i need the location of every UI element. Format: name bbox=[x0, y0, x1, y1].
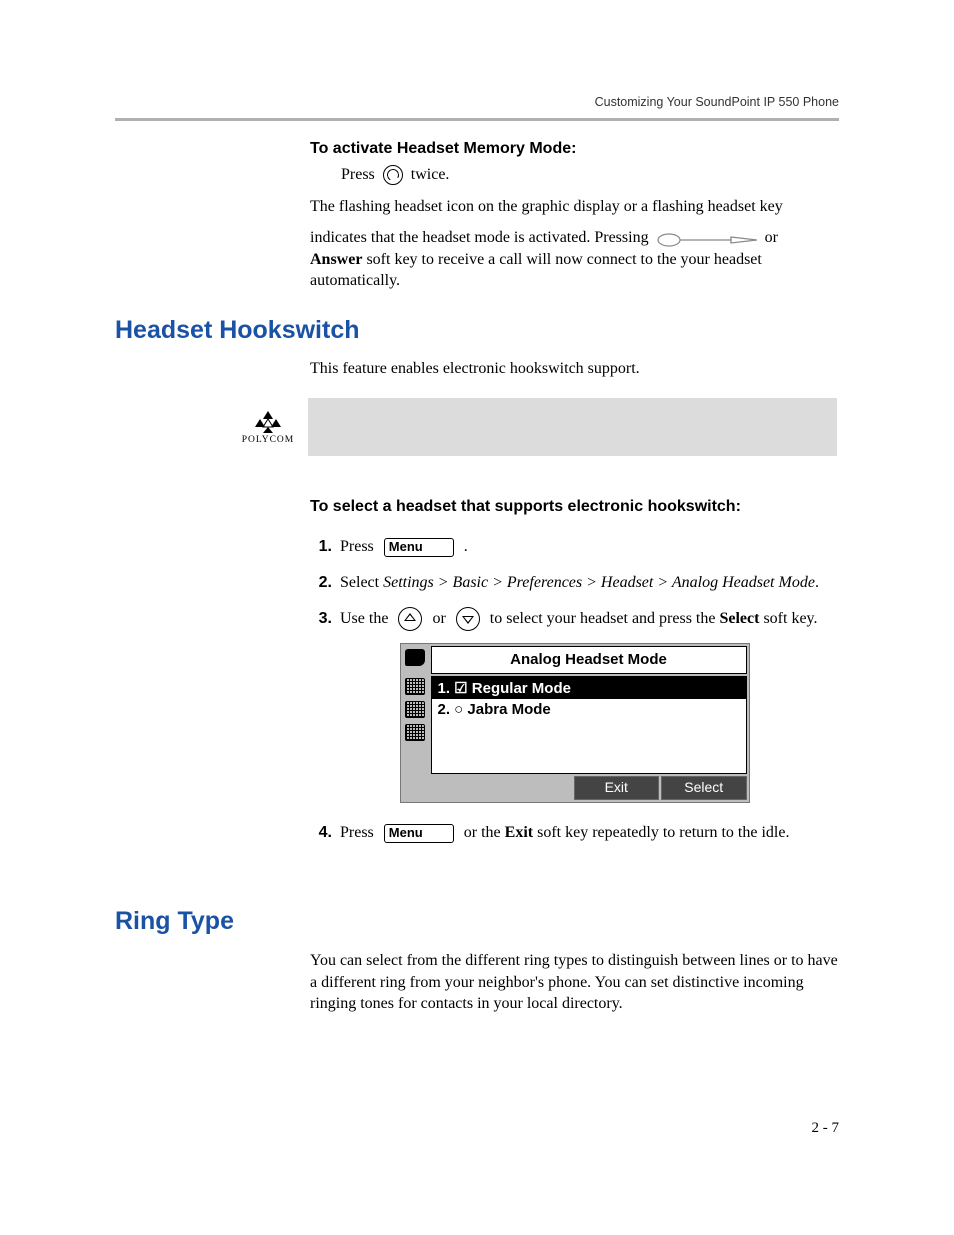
subheading-activate: To activate Headset Memory Mode: bbox=[310, 140, 839, 158]
step-2-text: Select Settings > Basic > Preferences > … bbox=[340, 571, 819, 595]
step-4-tail: soft key repeatedly to return to the idl… bbox=[533, 824, 789, 841]
keypad-icon bbox=[405, 678, 425, 695]
softkey-exit: Exit bbox=[574, 776, 660, 800]
step-4-press: Press bbox=[340, 821, 374, 845]
subheading-select-headset: To select a headset that supports electr… bbox=[310, 498, 839, 516]
para-flashing: The flashing headset icon on the graphic… bbox=[310, 196, 839, 218]
step-2-path: Settings > Basic > Preferences > Headset… bbox=[383, 574, 815, 591]
step-4-orthe: or the bbox=[464, 824, 505, 841]
para-ring-type: You can select from the different ring t… bbox=[310, 950, 839, 1015]
step-1-press: Press bbox=[340, 535, 374, 559]
keypad-icon bbox=[405, 701, 425, 718]
lcd-softkeys: Exit Select bbox=[401, 776, 749, 802]
polycom-mark-icon bbox=[253, 409, 283, 433]
polycom-logo: POLYCOM bbox=[238, 409, 298, 445]
header-rule bbox=[115, 118, 839, 121]
step-2-select: Select bbox=[340, 574, 383, 591]
lcd-option-selected: 1. ☑ Regular Mode bbox=[432, 677, 746, 699]
menu-button-icon: Menu bbox=[384, 538, 454, 557]
page-number: 2 - 7 bbox=[812, 1120, 840, 1137]
menu-button-icon: Menu bbox=[384, 824, 454, 843]
step-2: 2. Select Settings > Basic > Preferences… bbox=[310, 571, 839, 595]
step-3-or: or bbox=[432, 607, 445, 631]
phone-lcd: Analog Headset Mode 1. ☑ Regular Mode 2.… bbox=[400, 643, 750, 803]
softkey-select: Select bbox=[661, 776, 747, 800]
step-3: 3. Use the or to select your headset and… bbox=[310, 607, 839, 631]
step-1: 1. Press Menu . bbox=[310, 535, 839, 559]
step-4: 4. Press Menu or the Exit soft key repea… bbox=[310, 821, 839, 845]
text-twice: twice. bbox=[411, 166, 450, 183]
step-3-use: Use the bbox=[340, 607, 388, 631]
text-or: or bbox=[765, 229, 778, 246]
lcd-body: 1. ☑ Regular Mode 2. ○ Jabra Mode bbox=[431, 676, 747, 774]
note-bar bbox=[308, 398, 837, 456]
arrow-down-icon bbox=[456, 607, 480, 631]
lcd-option: 2. ○ Jabra Mode bbox=[432, 699, 746, 720]
step-2-dot: . bbox=[815, 574, 819, 591]
keypad-icon bbox=[405, 724, 425, 741]
running-header: Customizing Your SoundPoint IP 550 Phone bbox=[595, 95, 839, 109]
step-num-3: 3. bbox=[310, 607, 332, 631]
heading-hookswitch: Headset Hookswitch bbox=[115, 316, 360, 345]
step-4-exit-bold: Exit bbox=[505, 824, 533, 841]
step-3-rest: to select your headset and press the Sel… bbox=[490, 607, 818, 631]
text-answer-rest: soft key to receive a call will now conn… bbox=[310, 251, 762, 290]
step-3-select-bold: Select bbox=[719, 610, 759, 627]
step-1-dot: . bbox=[464, 535, 468, 559]
text-press: Press bbox=[341, 166, 375, 183]
step-num-1: 1. bbox=[310, 535, 332, 559]
arrow-up-icon bbox=[398, 607, 422, 631]
text-indicates: indicates that the headset mode is activ… bbox=[310, 229, 649, 246]
step-num-2: 2. bbox=[310, 571, 332, 595]
step-4-rest: or the Exit soft key repeatedly to retur… bbox=[464, 821, 790, 845]
para-hookswitch-intro: This feature enables electronic hookswit… bbox=[310, 358, 839, 380]
polycom-wordmark: POLYCOM bbox=[242, 435, 295, 445]
headset-icon bbox=[383, 165, 403, 185]
heading-ring-type: Ring Type bbox=[115, 907, 234, 936]
step-3-toselect: to select your headset and press the bbox=[490, 610, 720, 627]
step-num-4: 4. bbox=[310, 821, 332, 845]
line-status-icon bbox=[405, 649, 425, 666]
lcd-title: Analog Headset Mode bbox=[431, 646, 747, 674]
bold-answer: Answer bbox=[310, 251, 362, 268]
para-answer: Answer soft key to receive a call will n… bbox=[310, 249, 839, 292]
line-key-icon bbox=[657, 232, 757, 246]
step-press-twice: Press twice. bbox=[341, 164, 839, 186]
para-indicates: indicates that the headset mode is activ… bbox=[310, 227, 839, 249]
step-3-softkey: soft key. bbox=[759, 610, 817, 627]
